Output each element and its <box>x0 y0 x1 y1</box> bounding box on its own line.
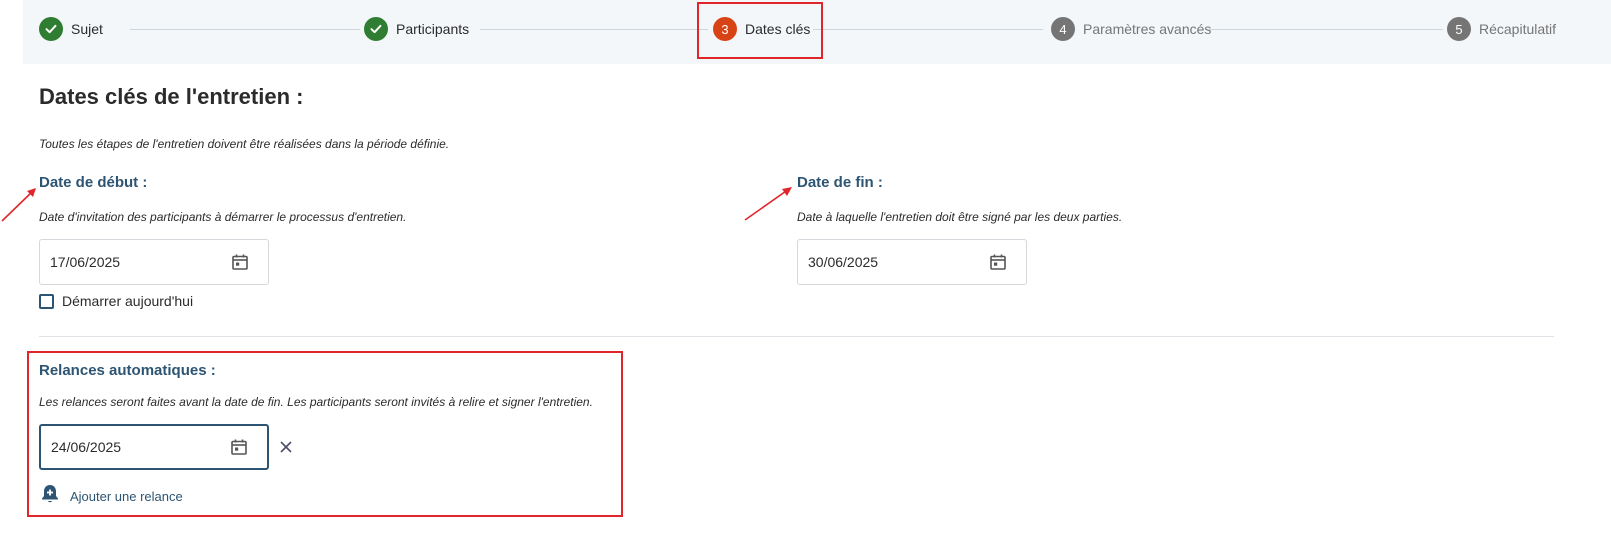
step-label: Sujet <box>71 21 103 37</box>
check-icon <box>364 17 388 41</box>
reminders-description: Les relances seront faites avant la date… <box>39 395 593 409</box>
red-arrow-icon <box>744 187 792 221</box>
start-date-input[interactable]: 17/06/2025 <box>39 239 269 285</box>
active-step-highlight <box>697 2 823 59</box>
close-icon[interactable] <box>277 438 295 456</box>
stepper-connector <box>813 29 1043 30</box>
section-divider <box>39 336 1554 337</box>
add-reminder-button[interactable]: Ajouter une relance <box>40 483 183 510</box>
page-intro: Toutes les étapes de l'entretien doivent… <box>39 137 450 151</box>
step-label: Paramètres avancés <box>1083 21 1212 37</box>
stepper-connector <box>480 29 708 30</box>
end-date-input[interactable]: 30/06/2025 <box>797 239 1027 285</box>
stepper-connector <box>130 29 360 30</box>
red-arrow-icon <box>1 188 36 222</box>
step-recapitulatif[interactable]: 5 Récapitulatif <box>1447 17 1556 41</box>
reminder-date-value: 24/06/2025 <box>51 439 122 455</box>
start-today-checkbox-row[interactable]: Démarrer aujourd'hui <box>39 293 193 309</box>
calendar-icon[interactable] <box>228 250 252 274</box>
start-date-value: 17/06/2025 <box>50 254 121 270</box>
stepper-connector <box>1209 29 1443 30</box>
page-title: Dates clés de l'entretien : <box>39 84 304 109</box>
step-parametres-avances[interactable]: 4 Paramètres avancés <box>1051 17 1211 41</box>
step-participants[interactable]: Participants <box>364 17 469 41</box>
reminder-date-input[interactable]: 24/06/2025 <box>39 424 269 470</box>
start-today-checkbox[interactable] <box>39 293 54 309</box>
step-number: 4 <box>1051 17 1075 41</box>
reminders-title: Relances automatiques : <box>39 362 216 379</box>
step-sujet[interactable]: Sujet <box>39 17 103 41</box>
start-today-label: Démarrer aujourd'hui <box>62 293 194 309</box>
calendar-icon[interactable] <box>986 250 1010 274</box>
step-label: Participants <box>396 21 470 37</box>
end-date-value: 30/06/2025 <box>808 254 879 270</box>
step-number: 5 <box>1447 17 1471 41</box>
start-date-description: Date d'invitation des participants à dém… <box>39 210 407 224</box>
start-date-title: Date de début : <box>39 174 148 191</box>
step-label: Récapitulatif <box>1479 21 1557 37</box>
calendar-icon[interactable] <box>227 435 251 459</box>
check-icon <box>39 17 63 41</box>
bell-plus-icon <box>40 483 60 510</box>
end-date-description: Date à laquelle l'entretien doit être si… <box>797 210 1123 224</box>
end-date-title: Date de fin : <box>797 174 883 191</box>
add-reminder-label: Ajouter une relance <box>70 489 183 504</box>
